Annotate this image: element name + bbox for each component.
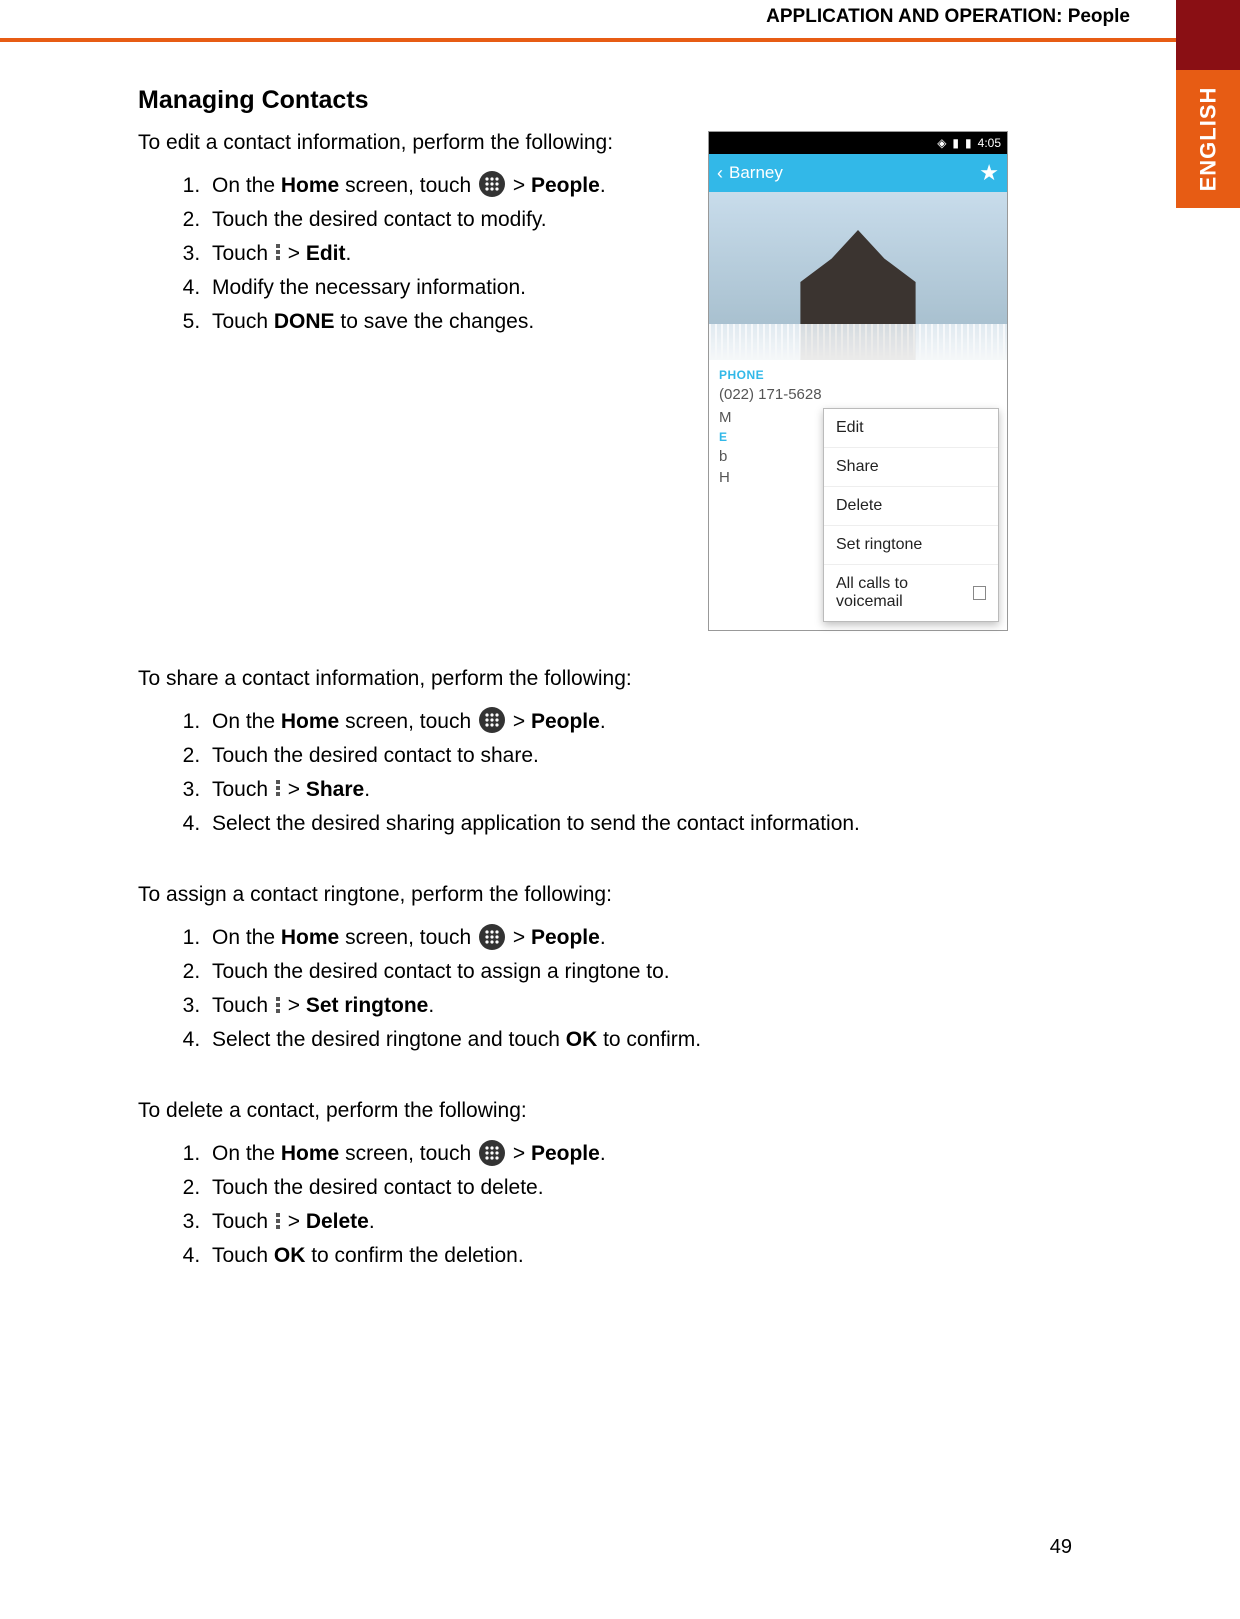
voicemail-checkbox xyxy=(973,586,986,600)
header-accent-block xyxy=(1176,0,1240,70)
wifi-icon: ◈ xyxy=(937,136,946,150)
delete-steps: On the Home screen, touch > People. Touc… xyxy=(138,1137,1008,1273)
edit-intro: To edit a contact information, perform t… xyxy=(138,131,690,155)
delete-step-1: On the Home screen, touch > People. xyxy=(206,1137,1008,1171)
ringtone-step-1: On the Home screen, touch > People. xyxy=(206,921,1008,955)
menu-item-edit: Edit xyxy=(824,409,998,448)
phone-section-label: PHONE xyxy=(709,360,1007,386)
share-step-3: Touch > Share. xyxy=(206,773,1008,807)
edit-step-2: Touch the desired contact to modify. xyxy=(206,203,690,237)
edit-steps: On the Home screen, touch > People. Touc… xyxy=(138,169,690,339)
phone-action-bar: ‹ Barney ★ xyxy=(709,154,1007,192)
ringtone-steps: On the Home screen, touch > People. Touc… xyxy=(138,921,1008,1057)
apps-grid-icon xyxy=(479,1140,505,1166)
share-step-1: On the Home screen, touch > People. xyxy=(206,705,1008,739)
language-side-tab: ENGLISH xyxy=(1176,70,1240,208)
share-step-4: Select the desired sharing application t… xyxy=(206,807,1008,841)
share-intro: To share a contact information, perform … xyxy=(138,667,1008,691)
back-chevron-icon: ‹ xyxy=(717,163,723,184)
overflow-menu-icon xyxy=(276,780,280,796)
ringtone-section: To assign a contact ringtone, perform th… xyxy=(138,883,1008,1057)
star-icon: ★ xyxy=(979,160,999,186)
signal-icon: ▮ xyxy=(952,136,959,150)
share-steps: On the Home screen, touch > People. Touc… xyxy=(138,705,1008,841)
overflow-menu-icon xyxy=(276,244,280,260)
overflow-menu-popup: Edit Share Delete Set ringtone All calls… xyxy=(823,408,999,622)
edit-step-4: Modify the necessary information. xyxy=(206,271,690,305)
language-label: ENGLISH xyxy=(1195,87,1221,192)
delete-step-3: Touch > Delete. xyxy=(206,1205,1008,1239)
phone-status-bar: ◈ ▮ ▮ 4:05 xyxy=(709,132,1007,154)
apps-grid-icon xyxy=(479,707,505,733)
menu-item-delete: Delete xyxy=(824,487,998,526)
edit-section: To edit a contact information, perform t… xyxy=(138,131,1008,631)
menu-item-set-ringtone: Set ringtone xyxy=(824,526,998,565)
delete-intro: To delete a contact, perform the followi… xyxy=(138,1099,1008,1123)
apps-grid-icon xyxy=(479,924,505,950)
menu-item-share: Share xyxy=(824,448,998,487)
delete-section: To delete a contact, perform the followi… xyxy=(138,1099,1008,1273)
phone-screenshot: ◈ ▮ ▮ 4:05 ‹ Barney ★ PHONE (022) 171-56… xyxy=(708,131,1008,631)
edit-step-5: Touch DONE to save the changes. xyxy=(206,305,690,339)
delete-step-2: Touch the desired contact to delete. xyxy=(206,1171,1008,1205)
ringtone-step-3: Touch > Set ringtone. xyxy=(206,989,1008,1023)
share-section: To share a contact information, perform … xyxy=(138,667,1008,841)
delete-step-4: Touch OK to confirm the deletion. xyxy=(206,1239,1008,1273)
overflow-menu-icon xyxy=(276,997,280,1013)
page-number: 49 xyxy=(1050,1536,1072,1559)
page-content: Managing Contacts To edit a contact info… xyxy=(138,86,1008,1315)
status-time: 4:05 xyxy=(978,136,1001,150)
apps-grid-icon xyxy=(479,171,505,197)
edit-step-3: Touch > Edit. xyxy=(206,237,690,271)
share-step-2: Touch the desired contact to share. xyxy=(206,739,1008,773)
contact-photo xyxy=(709,192,1007,360)
battery-icon: ▮ xyxy=(965,136,972,150)
menu-item-voicemail: All calls to voicemail xyxy=(824,565,998,621)
header-title: APPLICATION AND OPERATION: People xyxy=(0,6,1240,34)
phone-number: (022) 171-5628 xyxy=(709,386,1007,407)
ringtone-step-4: Select the desired ringtone and touch OK… xyxy=(206,1023,1008,1057)
ringtone-step-2: Touch the desired contact to assign a ri… xyxy=(206,955,1008,989)
ringtone-intro: To assign a contact ringtone, perform th… xyxy=(138,883,1008,907)
edit-step-1: On the Home screen, touch > People. xyxy=(206,169,690,203)
overflow-menu-icon xyxy=(276,1213,280,1229)
contact-name: Barney xyxy=(729,163,783,183)
header-divider xyxy=(0,38,1176,42)
page-title: Managing Contacts xyxy=(138,86,1008,115)
